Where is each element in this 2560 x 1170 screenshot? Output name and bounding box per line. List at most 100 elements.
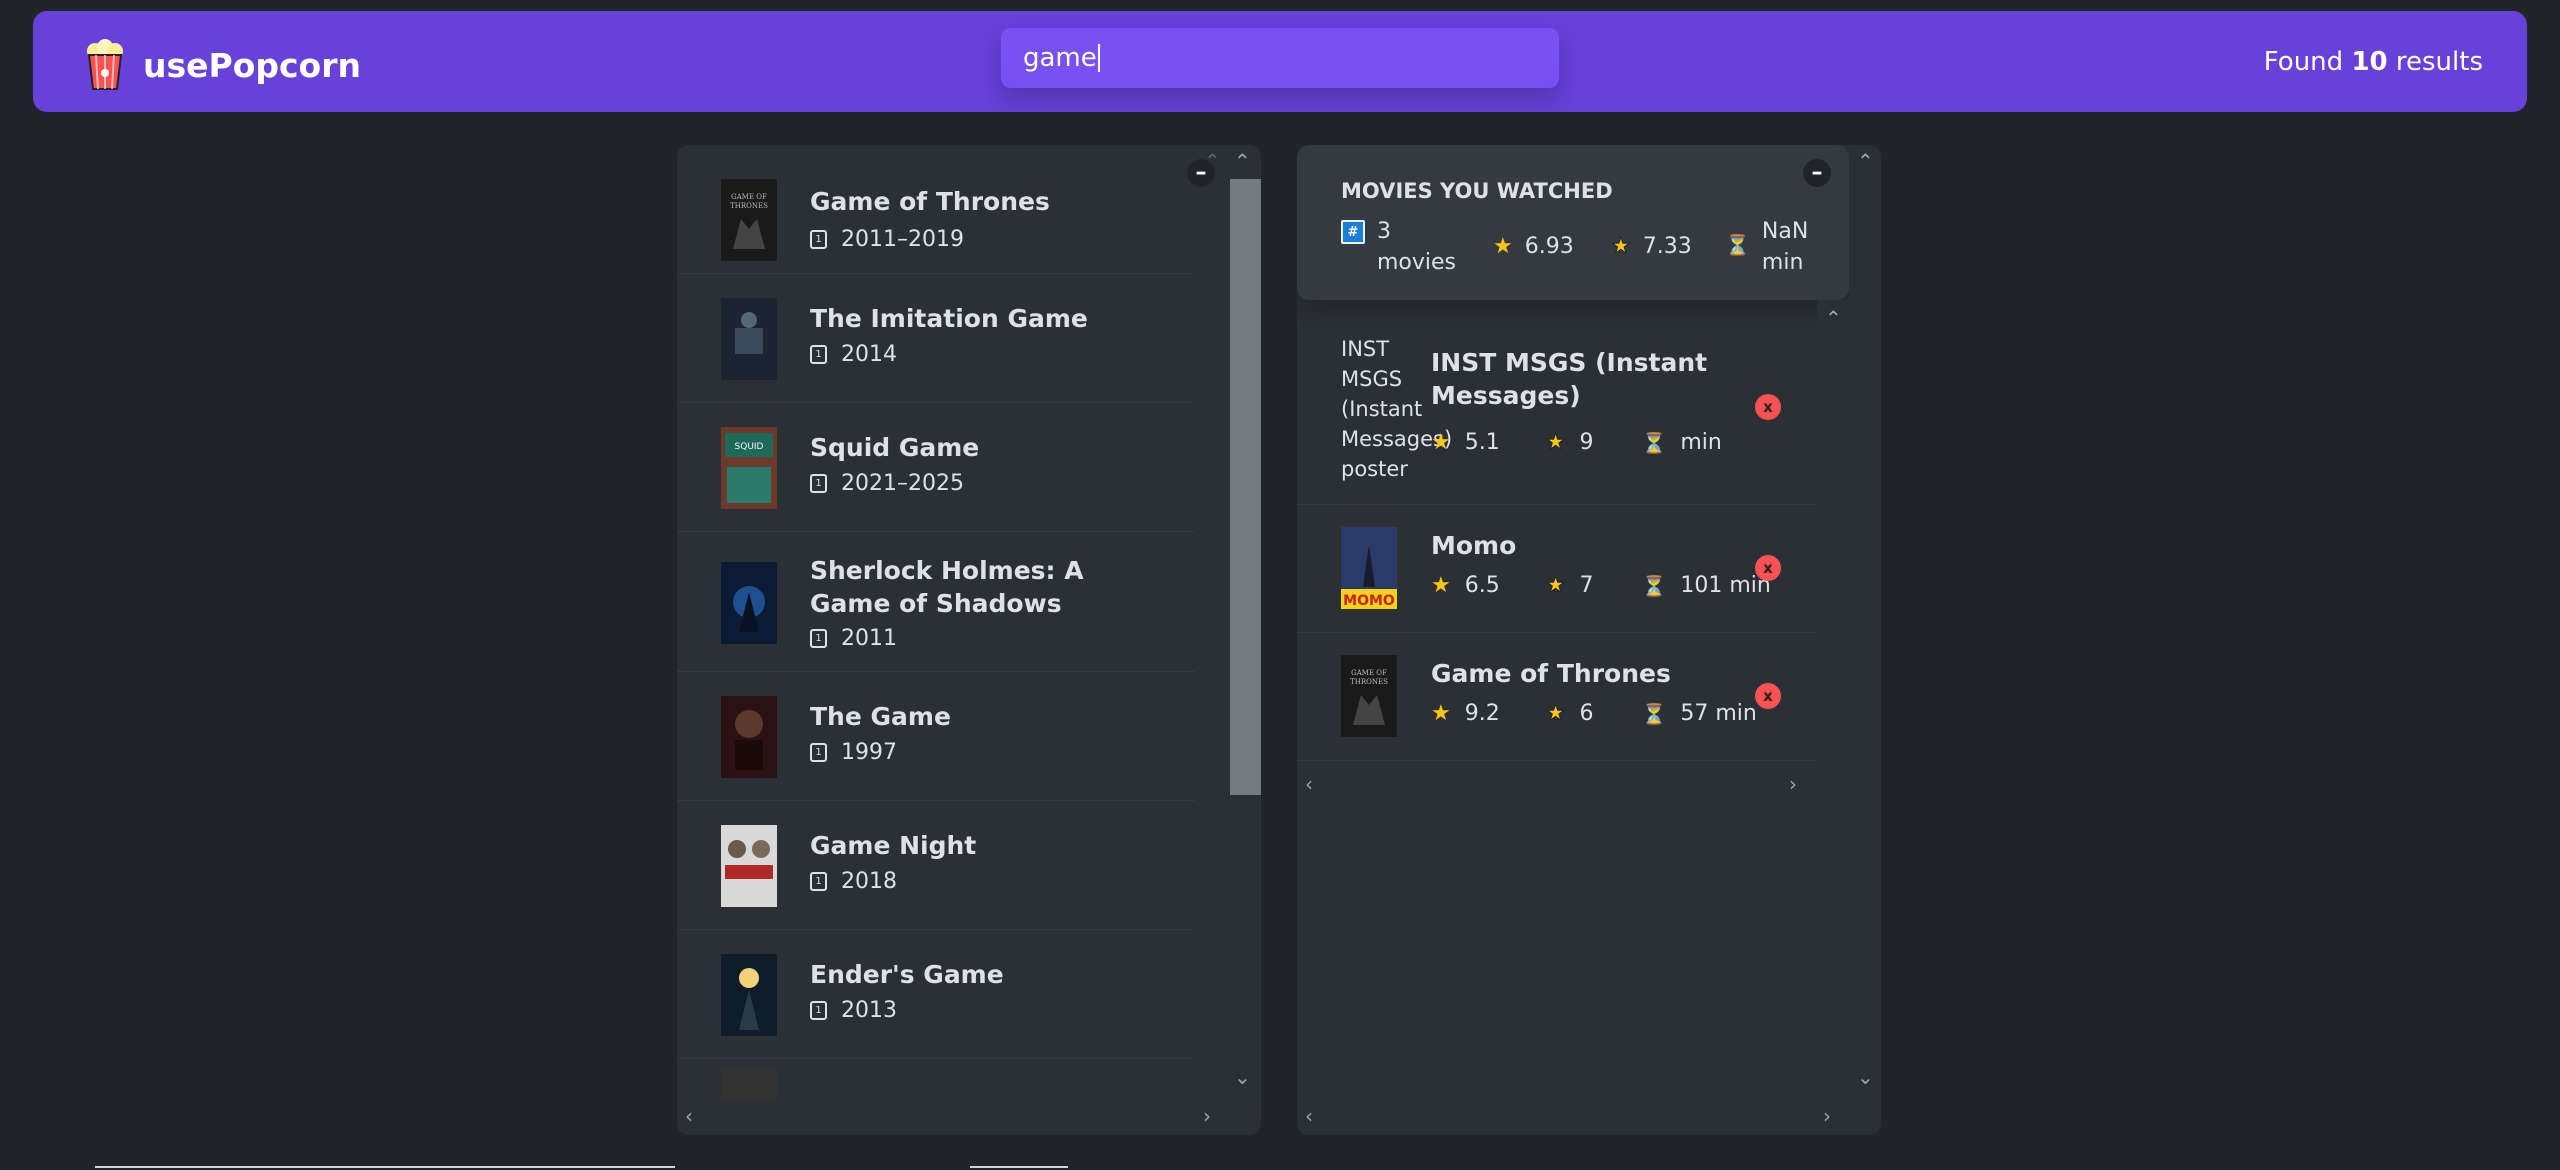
results-suffix: results [2395,47,2483,77]
scroll-right-icon[interactable]: › [1789,774,1797,794]
horizontal-scrollbar[interactable]: ‹ › [1297,1100,1849,1135]
stat-count-value: 3 [1377,219,1391,244]
scroll-up-arrow-inner[interactable]: ⌃ [1204,151,1221,171]
user-rating: ★ 9 [1545,430,1593,456]
movie-list-item[interactable]: The Imitation Game 1 2014 [677,274,1195,403]
svg-text:SQUID: SQUID [735,442,764,452]
scroll-down-icon[interactable]: ⌄ [1857,1067,1874,1087]
scroll-right-icon[interactable]: › [1203,1106,1211,1126]
movie-title: Ender's Game [810,960,1004,989]
stat-runtime-value: NaN [1761,219,1809,244]
movie-year-text: 2013 [841,998,897,1023]
movie-list-item[interactable]: Ender's Game 1 2013 [677,930,1195,1059]
search-input[interactable]: game [1001,28,1559,88]
scroll-left-icon[interactable]: ‹ [685,1106,693,1126]
movie-year-text: 1997 [841,740,897,765]
delete-button[interactable]: x [1755,683,1781,709]
stat-count-unit: movies [1377,250,1457,275]
watched-list-item: INST MSGS (Instant Messages) poster INST… [1297,306,1817,505]
watched-stats: ★ 9.2 ★ 6 ⏳ 57 min [1431,701,1757,727]
calendar-icon: 1 [810,345,827,364]
scroll-left-icon[interactable]: ‹ [1305,1106,1313,1126]
scrollbar-thumb[interactable] [1230,179,1261,795]
imdb-rating: ★ 5.1 [1431,430,1500,455]
star-icon: ★ [1431,430,1451,455]
movie-year-text: 2021–2025 [841,471,964,496]
scroll-up-icon[interactable]: ⌃ [1857,151,1874,171]
star-icon: ★ [1431,573,1451,598]
summary-heading: Movies you watched [1341,179,1613,203]
stat-imdb-value: 6.93 [1524,234,1574,259]
movie-year: 1 2013 [810,998,897,1023]
delete-button[interactable]: x [1755,394,1781,420]
hourglass-icon: ⏳ [1641,573,1667,598]
movie-list: GAME OF THRONES Game of Thrones 1 2011–20… [677,145,1195,1100]
user-star-icon: ★ [1545,573,1566,599]
runtime-value: 101 min [1680,573,1771,598]
user-rating: ★ 7 [1545,573,1593,599]
vertical-scrollbar[interactable]: ⌃ ⌄ [1224,145,1261,1100]
horizontal-scrollbar[interactable]: ‹ › [677,1100,1224,1135]
movie-poster: GAME OF THRONES [721,179,777,261]
movie-title: Game of Thrones [810,187,1050,216]
scroll-right-icon[interactable]: › [1823,1106,1831,1126]
svg-text:THRONES: THRONES [1350,678,1388,686]
watched-title: INST MSGS (Instant Messages) [1431,348,1708,410]
watched-stats: ★ 6.5 ★ 7 ⏳ 101 min [1431,573,1771,599]
calendar-icon: 1 [810,872,827,891]
movie-year: 1 2018 [810,869,897,894]
user-rating: ★ 6 [1545,701,1594,727]
movie-list-item[interactable]: Game Night 1 2018 [677,801,1195,930]
search-input-value: game [1023,43,1097,73]
watched-title: Momo [1431,531,1517,560]
calendar-icon: 1 [810,629,827,648]
imdb-rating: ★ 9.2 [1431,701,1500,726]
divider [970,1166,1068,1168]
watched-list-item: MOMO Momo ★ 6.5 ★ 7 ⏳ 101 min x [1297,505,1817,633]
movie-year-text: 2014 [841,342,897,367]
runtime: ⏳ 101 min [1641,573,1770,598]
movie-list-item[interactable]: The Game 1 1997 [677,672,1195,801]
movie-poster [721,825,777,907]
stat-runtime-unit: min [1761,250,1804,275]
logo: usePopcorn [83,39,361,91]
svg-text:GAME OF: GAME OF [731,193,767,201]
runtime-value: 57 min [1680,701,1757,726]
movie-title: The Game [810,702,951,731]
movie-year: 1 1997 [810,740,897,765]
movie-list-item[interactable] [677,1059,1195,1100]
hash-icon: # [1341,220,1365,244]
watched-box-empty-area [1297,800,1849,1100]
watched-list-item: GAME OF THRONES Game of Thrones ★ 9.2 ★ 6 ⏳… [1297,633,1817,761]
scroll-up-icon[interactable]: ⌃ [1234,151,1251,171]
movie-year: 1 2021–2025 [810,471,964,496]
movie-title: Squid Game [810,433,980,462]
scroll-up-icon[interactable]: ⌃ [1825,308,1842,328]
movie-title: Game Night [810,831,977,860]
calendar-icon: 1 [810,230,827,249]
results-number: 10 [2351,47,2388,77]
scroll-left-icon[interactable]: ‹ [1305,774,1313,794]
user-star-icon: ★ [1611,234,1632,260]
runtime-value: min [1680,430,1722,455]
results-prefix: Found [2263,47,2344,77]
scroll-down-icon[interactable]: ⌄ [1234,1067,1251,1087]
stat-user-value: 7.33 [1642,234,1692,259]
watched-horizontal-scrollbar[interactable]: ‹ › [1297,768,1817,800]
delete-button[interactable]: x [1755,555,1781,581]
hourglass-icon: ⏳ [1641,430,1667,455]
collapse-toggle-button[interactable]: – [1803,159,1831,187]
popcorn-icon [83,39,127,91]
vertical-scrollbar[interactable]: ⌃ ⌄ [1849,145,1881,1100]
movie-poster [721,696,777,778]
movie-list-item[interactable]: Sherlock Holmes: A Game of Shadows 1 201… [677,532,1195,672]
movie-year-text: 2011–2019 [841,227,964,252]
imdb-rating: ★ 6.5 [1431,573,1500,598]
hourglass-icon: ⏳ [1641,701,1667,726]
movie-list-item[interactable]: GAME OF THRONES Game of Thrones 1 2011–20… [677,145,1195,274]
divider [95,1166,675,1168]
movie-list-item[interactable]: SQUID Squid Game 1 2021–2025 [677,403,1195,532]
movie-poster [721,562,777,644]
watched-box: Movies you watched – # 3 movies ★ 6.93 ★ … [1297,145,1881,1135]
user-value: 6 [1579,701,1594,726]
